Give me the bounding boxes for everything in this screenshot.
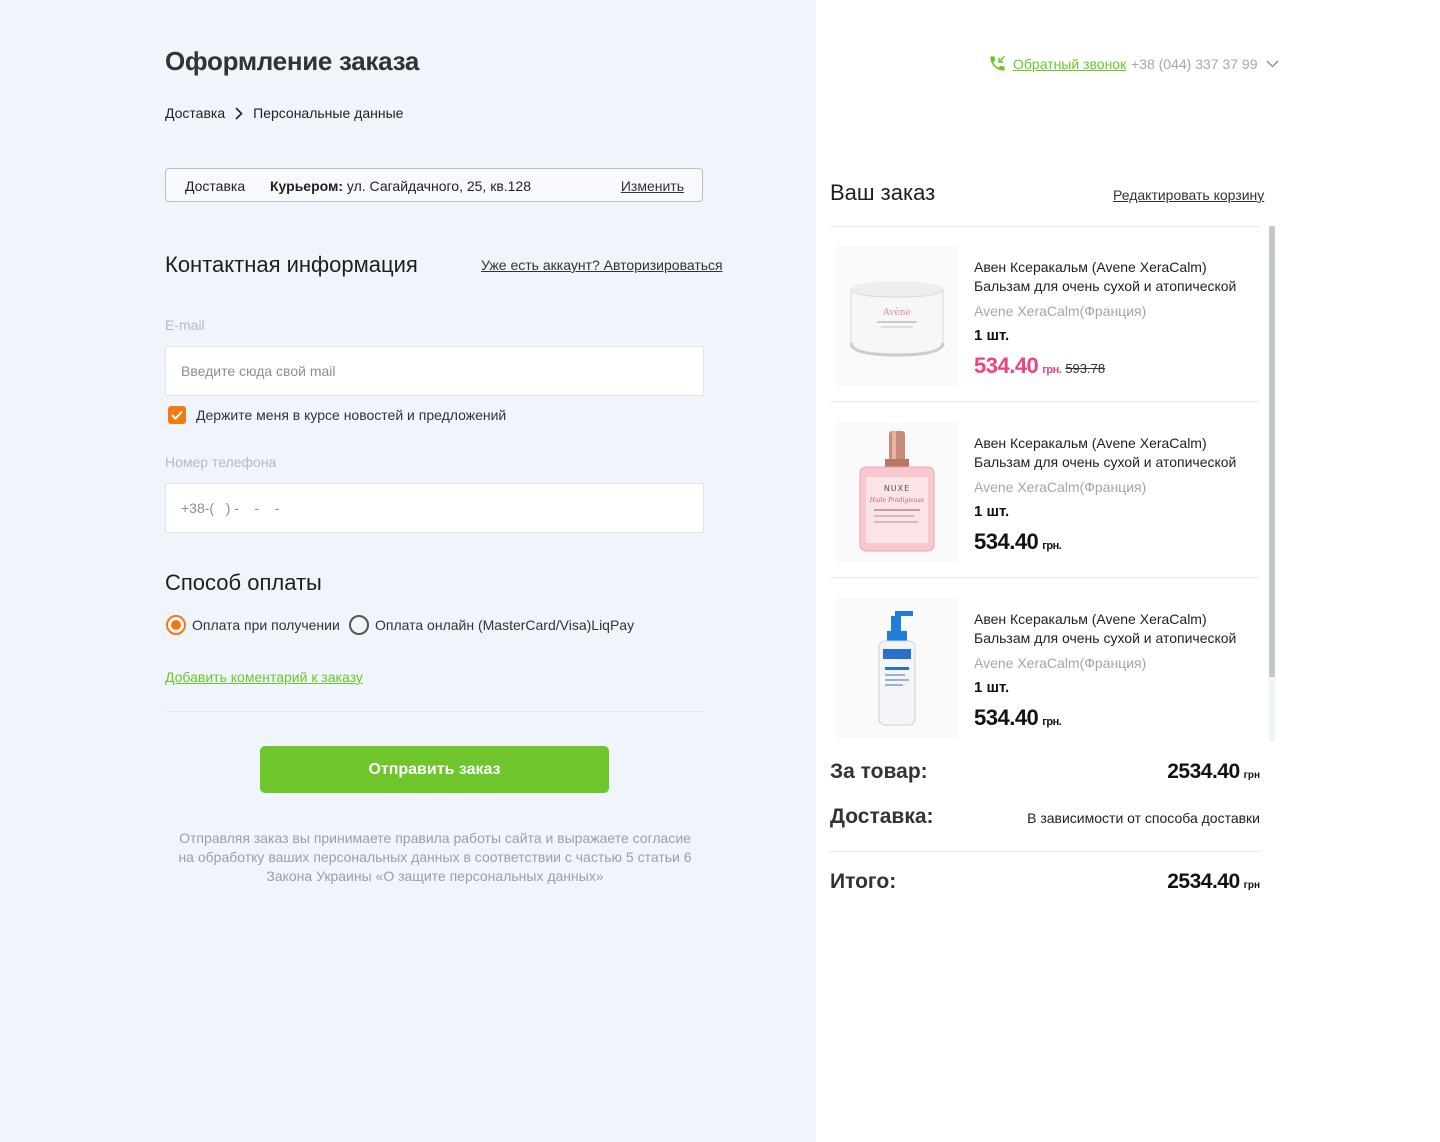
order-item: Avène Авен Ксеракальм (Avene XeraCalm) Б… [830, 226, 1260, 402]
radio-selected[interactable] [166, 615, 186, 635]
breadcrumb: Доставка Персональные данные [165, 105, 403, 121]
total-row: Итого: 2534.40 грн [830, 870, 1260, 894]
change-delivery-link[interactable]: Изменить [621, 178, 684, 194]
order-item: NUXE Huile Prodigieuse Авен Ксеракальм (… [830, 402, 1260, 578]
price-currency: грн. [1042, 364, 1062, 376]
subtotal-value: 2534.40 [1167, 760, 1240, 783]
email-label: E-mail [165, 317, 205, 333]
phone-callback-icon [990, 55, 1006, 71]
item-brand: Avene XeraCalm(Франция) [974, 479, 1147, 495]
page-title: Оформление заказа [165, 46, 420, 76]
phone-label: Номер телефона [165, 454, 277, 470]
item-price: 534.40 грн. [974, 529, 1062, 555]
item-name[interactable]: Авен Ксеракальм (Avene XeraCalm) Бальзам… [974, 434, 1254, 472]
delivery-cost-value: В зависимости от способа доставки [1027, 810, 1260, 826]
callback-block[interactable]: Обратный звонок [988, 54, 1126, 73]
totals-divider [830, 851, 1260, 852]
price-value: 534.40 [974, 353, 1039, 378]
item-quantity: 1 шт. [974, 327, 1010, 344]
newsletter-checkbox-row[interactable]: Держите меня в курсе новостей и предложе… [168, 406, 506, 424]
payment-option-online[interactable]: Оплата онлайн (MasterCard/Visa)LiqPay [349, 615, 634, 635]
subtotal-currency: грн [1243, 770, 1260, 781]
price-value: 534.40 [974, 705, 1039, 730]
delivery-summary: Доставка Курьером: ул. Сагайдачного, 25,… [165, 168, 703, 202]
subtotal-label: За товар: [830, 760, 928, 783]
oil-bottle-image: NUXE Huile Prodigieuse [836, 422, 958, 562]
delivery-summary-label: Доставка [185, 178, 246, 194]
delivery-method: Курьером: [270, 178, 344, 194]
checkmark-icon [171, 410, 183, 420]
add-comment-link[interactable]: Добавить коментарий к заказу [165, 669, 363, 685]
price-value: 534.40 [974, 529, 1039, 554]
contact-section-title: Контактная информация [165, 252, 418, 277]
payment-option-cash[interactable]: Оплата при получении [166, 615, 340, 635]
delivery-row: Доставка: В зависимости от способа доста… [830, 805, 1260, 829]
submit-order-button[interactable]: Отправить заказ [260, 746, 609, 793]
delivery-address: ул. Сагайдачного, 25, кв.128 [343, 178, 532, 194]
payment-option-label: Оплата онлайн (MasterCard/Visa)LiqPay [375, 617, 635, 633]
item-quantity: 1 шт. [974, 679, 1010, 696]
order-title: Ваш заказ [830, 180, 936, 205]
item-price: 534.40 грн. [974, 705, 1062, 731]
form-divider [165, 711, 704, 712]
chevron-right-icon [235, 106, 243, 120]
total-currency: грн [1243, 880, 1260, 891]
item-price: 534.40 грн. 593.78 [974, 353, 1105, 379]
cream-jar-image: Avène [836, 246, 958, 386]
newsletter-label: Держите меня в курсе новостей и предложе… [196, 407, 507, 423]
svg-text:Huile Prodigieuse: Huile Prodigieuse [869, 497, 925, 504]
subtotal-value-block: 2534.40 грн [1167, 760, 1260, 784]
email-field[interactable] [165, 346, 704, 396]
payment-option-label: Оплата при получении [192, 617, 340, 633]
breadcrumb-item-delivery[interactable]: Доставка [165, 105, 225, 121]
order-items-list[interactable]: Avène Авен Ксеракальм (Avene XeraCalm) Б… [830, 226, 1276, 742]
delivery-cost-label: Доставка: [830, 805, 934, 828]
total-value: 2534.40 [1167, 870, 1240, 893]
total-label: Итого: [830, 870, 897, 893]
chevron-down-icon [1265, 60, 1279, 68]
phone-number: +38 (044) 337 37 99 [1131, 56, 1258, 72]
radio-unselected[interactable] [349, 615, 369, 635]
subtotal-row: За товар: 2534.40 грн [830, 760, 1260, 784]
svg-text:NUXE: NUXE [884, 484, 910, 493]
item-brand: Avene XeraCalm(Франция) [974, 655, 1147, 671]
breadcrumb-item-personal: Персональные данные [253, 105, 404, 121]
phone-dropdown[interactable]: +38 (044) 337 37 99 [1131, 56, 1279, 72]
old-price: 593.78 [1065, 361, 1106, 376]
privacy-disclaimer: Отправляя заказ вы принимаете правила ра… [178, 830, 692, 884]
payment-section-title: Способ оплаты [165, 570, 322, 595]
item-name[interactable]: Авен Ксеракальм (Avene XeraCalm) Бальзам… [974, 258, 1254, 296]
item-quantity: 1 шт. [974, 503, 1010, 520]
edit-cart-link[interactable]: Редактировать корзину [1113, 187, 1264, 203]
price-currency: грн. [1042, 540, 1062, 552]
item-name[interactable]: Авен Ксеракальм (Avene XeraCalm) Бальзам… [974, 610, 1254, 648]
login-link[interactable]: Уже есть аккаунт? Авторизироваться [481, 257, 723, 273]
svg-text:Avène: Avène [882, 307, 911, 318]
pump-bottle-image [836, 598, 958, 738]
total-value-block: 2534.40 грн [1167, 870, 1260, 894]
callback-link[interactable]: Обратный звонок [1013, 56, 1126, 72]
item-brand: Avene XeraCalm(Франция) [974, 303, 1147, 319]
phone-field[interactable] [165, 483, 704, 533]
newsletter-checkbox[interactable] [168, 406, 186, 424]
price-currency: грн. [1042, 716, 1062, 728]
order-item: Авен Ксеракальм (Avene XeraCalm) Бальзам… [830, 578, 1260, 742]
scrollbar-thumb[interactable] [1269, 226, 1275, 677]
delivery-summary-value: Курьером: ул. Сагайдачного, 25, кв.128 [270, 178, 531, 194]
